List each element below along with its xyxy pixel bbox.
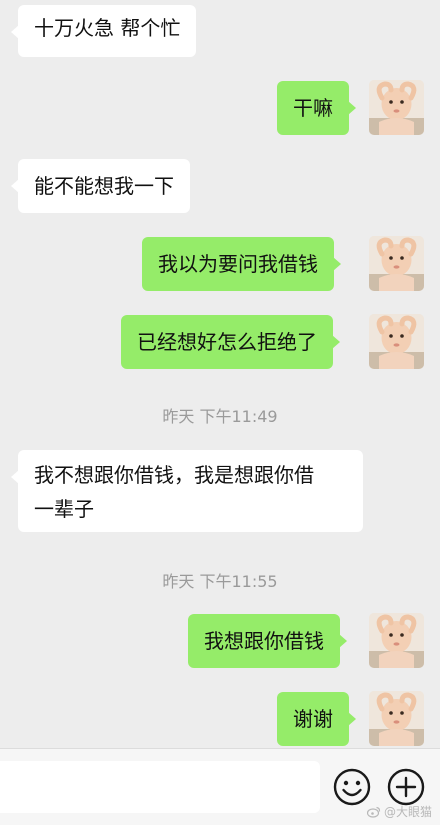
message-text-line: 一辈子 xyxy=(34,497,94,521)
message-text-line: 我不想跟你借钱，我是想跟你借 xyxy=(34,463,314,487)
message-bubble-outgoing[interactable]: 我以为要问我借钱 xyxy=(142,237,341,291)
message-bubble-incoming[interactable]: 十万火急 帮个忙 xyxy=(10,5,197,57)
timestamp: 昨天 下午11:55 xyxy=(162,572,278,591)
message-bubble-outgoing[interactable]: 已经想好怎么拒绝了 xyxy=(121,315,340,369)
message-bubble-incoming[interactable]: 能不能想我一下 xyxy=(11,159,190,213)
baby-avatar-icon xyxy=(369,236,424,291)
message-bubble-outgoing[interactable]: 谢谢 xyxy=(277,692,356,746)
message-bubble-outgoing[interactable]: 我想跟你借钱 xyxy=(188,614,347,668)
emoji-button[interactable] xyxy=(332,767,372,807)
message-text: 干嘛 xyxy=(293,96,333,120)
message-text: 已经想好怎么拒绝了 xyxy=(137,330,317,354)
message-bubble-incoming[interactable]: 我不想跟你借钱，我是想跟你借 一辈子 xyxy=(11,450,363,532)
baby-avatar-icon xyxy=(369,691,424,746)
message-text: 谢谢 xyxy=(293,707,333,731)
avatar[interactable] xyxy=(369,236,424,291)
message-input[interactable] xyxy=(0,761,320,813)
watermark-text: @大眼猫 xyxy=(383,805,432,819)
input-bar: @大眼猫 xyxy=(0,748,440,825)
plus-button[interactable] xyxy=(386,767,426,807)
watermark: @大眼猫 xyxy=(366,803,432,820)
baby-avatar-icon xyxy=(369,613,424,668)
avatar[interactable] xyxy=(369,613,424,668)
message-bubble-outgoing[interactable]: 干嘛 xyxy=(277,81,356,135)
baby-avatar-icon xyxy=(369,314,424,369)
avatar[interactable] xyxy=(369,80,424,135)
avatar[interactable] xyxy=(369,691,424,746)
plus-icon xyxy=(387,768,425,806)
weibo-icon xyxy=(366,806,381,818)
message-text: 十万火急 帮个忙 xyxy=(34,16,181,40)
chat-area[interactable]: 十万火急 帮个忙 干嘛 能不能想我一下 我以为要问我借钱 已经想好怎么拒绝了 昨… xyxy=(0,0,440,748)
message-text: 我想跟你借钱 xyxy=(204,629,324,653)
baby-avatar-icon xyxy=(369,80,424,135)
timestamp: 昨天 下午11:49 xyxy=(162,407,278,426)
emoji-icon xyxy=(333,768,371,806)
message-text: 能不能想我一下 xyxy=(34,174,174,198)
avatar[interactable] xyxy=(369,314,424,369)
message-text: 我以为要问我借钱 xyxy=(158,252,318,276)
